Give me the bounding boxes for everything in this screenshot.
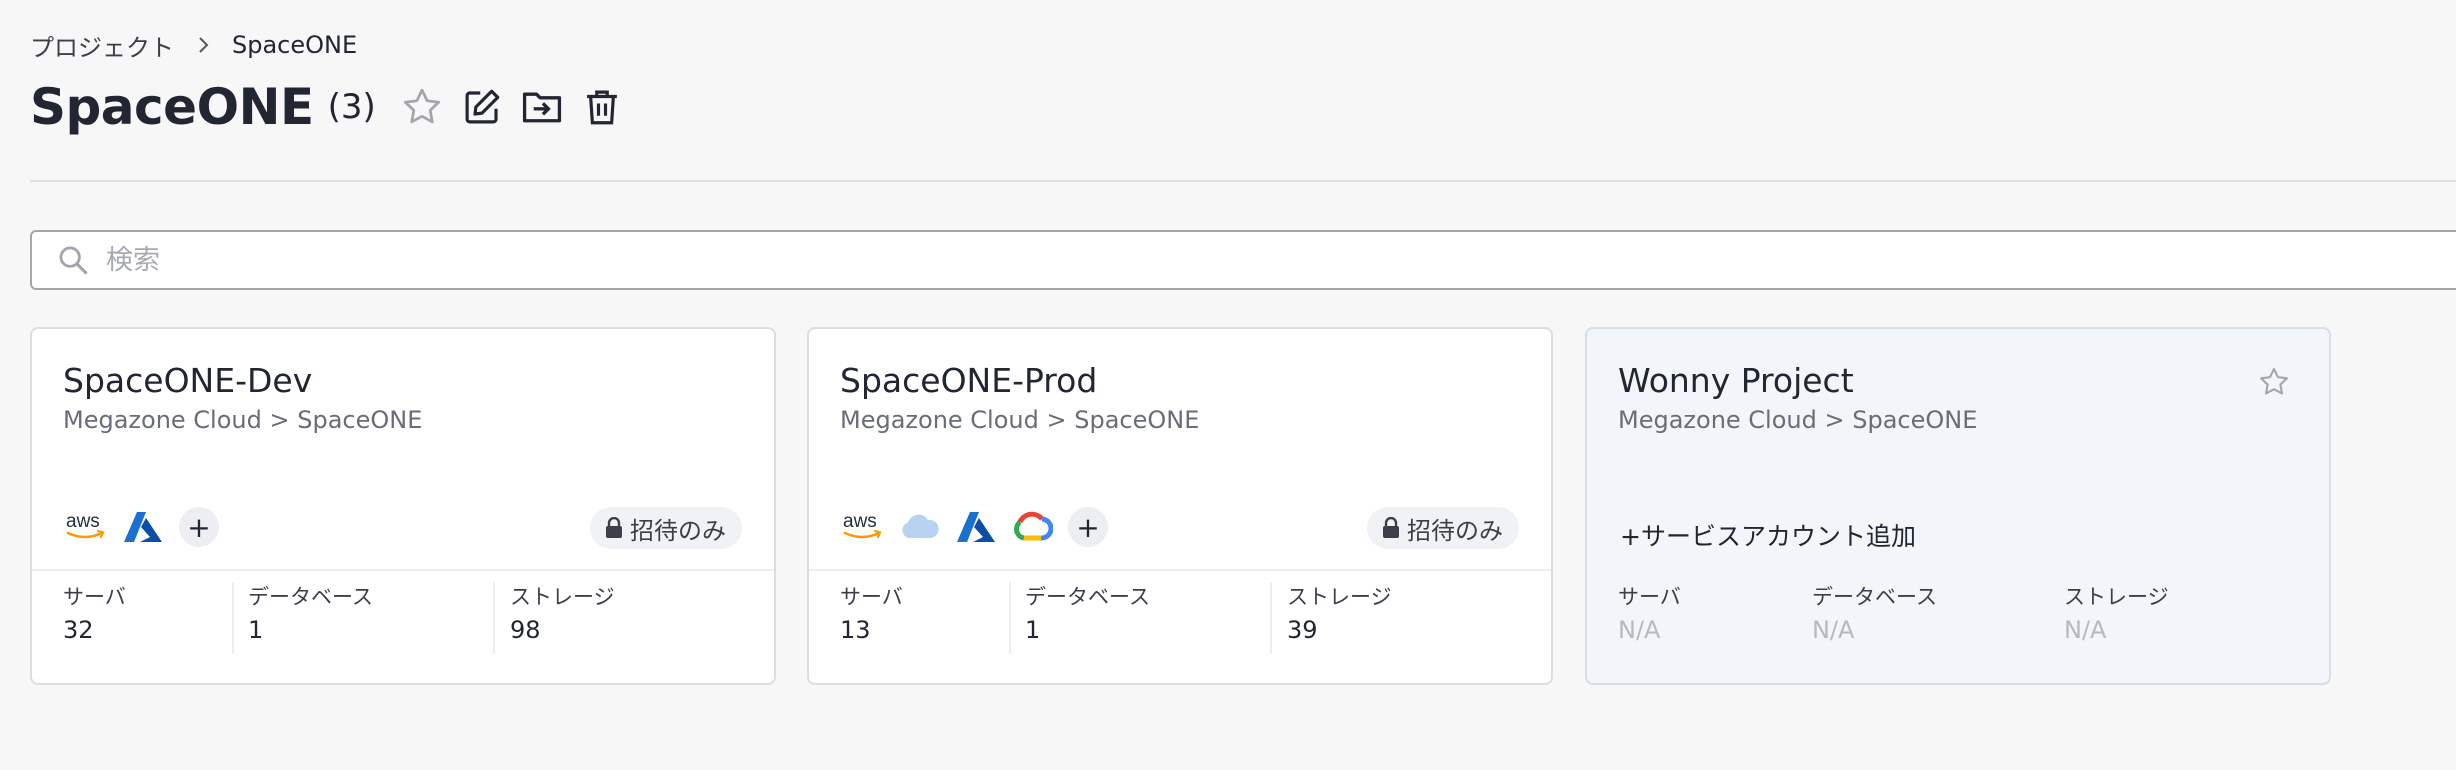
invite-only-badge: 招待のみ	[590, 507, 742, 549]
database-stat: データベース 1	[232, 582, 373, 654]
storage-label: ストレージ	[1287, 585, 1392, 609]
search-input[interactable]	[104, 243, 2108, 277]
badge-label: 招待のみ	[1407, 516, 1503, 545]
storage-value[interactable]: 98	[510, 612, 615, 648]
project-card[interactable]: SpaceONE-Dev Megazone Cloud > SpaceONE a…	[30, 327, 776, 685]
move-button[interactable]	[512, 77, 572, 137]
storage-stat: ストレージ N/A	[2064, 582, 2169, 654]
card-header: SpaceONE-Prod Megazone Cloud > SpaceONE	[840, 359, 1521, 437]
delete-button[interactable]	[572, 77, 632, 137]
storage-label: ストレージ	[510, 585, 615, 609]
database-stat: データベース 1	[1009, 582, 1150, 654]
add-provider-button[interactable]: +	[1068, 507, 1108, 547]
breadcrumb-current: SpaceONE	[232, 31, 358, 59]
lock-icon	[1383, 517, 1399, 538]
database-value[interactable]: 1	[1025, 612, 1150, 648]
project-count: (3)	[327, 87, 376, 127]
storage-label: ストレージ	[2064, 585, 2169, 609]
favorite-star-button[interactable]	[2257, 365, 2291, 403]
database-label: データベース	[1025, 585, 1150, 609]
resource-stats: サーバ 32 データベース 1 ストレージ 98	[32, 582, 774, 672]
cloud-icon	[896, 504, 944, 550]
project-name[interactable]: Wonny Project	[1618, 359, 2299, 403]
provider-list: aws +	[840, 504, 1108, 550]
server-label: サーバ	[840, 585, 903, 609]
server-stat: サーバ 32	[63, 582, 126, 654]
add-service-account-link[interactable]: +サービスアカウント追加	[1620, 517, 1916, 553]
resource-stats: サーバ N/A データベース N/A ストレージ N/A	[1587, 582, 2329, 672]
database-label: データベース	[248, 585, 373, 609]
trash-icon	[586, 90, 617, 125]
header-divider	[30, 180, 2456, 182]
azure-icon	[952, 504, 1000, 550]
provider-list: aws +	[63, 504, 219, 550]
breadcrumb-root-link[interactable]: プロジェクト	[30, 28, 174, 63]
storage-stat: ストレージ 98	[493, 582, 615, 654]
search-bar[interactable]	[30, 230, 2456, 290]
server-stat: サーバ 13	[840, 582, 903, 654]
card-header: Wonny Project Megazone Cloud > SpaceONE	[1618, 359, 2299, 437]
aws-icon: aws	[63, 504, 111, 550]
card-divider	[809, 569, 1551, 571]
title-row: SpaceONE (3)	[30, 76, 632, 138]
server-value[interactable]: 32	[63, 612, 126, 648]
svg-text:aws: aws	[843, 511, 877, 532]
project-page: プロジェクト SpaceONE SpaceONE (3) 検索 SpaceONE…	[0, 0, 2456, 770]
breadcrumb: プロジェクト SpaceONE	[30, 28, 357, 62]
star-icon	[403, 88, 440, 124]
azure-icon	[119, 504, 167, 550]
database-value: N/A	[1812, 616, 1855, 644]
server-value[interactable]: 13	[840, 612, 903, 648]
project-card[interactable]: Wonny Project Megazone Cloud > SpaceONE …	[1585, 327, 2331, 685]
storage-value[interactable]: 39	[1287, 612, 1392, 648]
server-stat: サーバ N/A	[1618, 582, 1681, 654]
invite-only-badge: 招待のみ	[1367, 507, 1519, 549]
database-label: データベース	[1812, 585, 1937, 609]
lock-icon	[606, 517, 622, 538]
add-provider-button[interactable]: +	[179, 507, 219, 547]
folder-move-icon	[522, 92, 561, 123]
project-card[interactable]: SpaceONE-Prod Megazone Cloud > SpaceONE …	[807, 327, 1553, 685]
project-path: Megazone Cloud > SpaceONE	[1618, 406, 1978, 434]
edit-icon	[465, 89, 500, 124]
database-value[interactable]: 1	[248, 612, 373, 648]
server-value: N/A	[1618, 616, 1661, 644]
database-stat: データベース N/A	[1812, 582, 1937, 654]
search-icon	[59, 246, 88, 275]
star-icon	[2260, 367, 2288, 395]
title-actions	[392, 77, 632, 137]
page-title: SpaceONE	[30, 78, 314, 136]
card-divider	[32, 569, 774, 571]
favorite-button[interactable]	[392, 77, 452, 137]
server-label: サーバ	[63, 585, 126, 609]
edit-button[interactable]	[452, 77, 512, 137]
resource-stats: サーバ 13 データベース 1 ストレージ 39	[809, 582, 1551, 672]
aws-icon: aws	[840, 504, 888, 550]
storage-value: N/A	[2064, 616, 2107, 644]
google-cloud-icon	[1008, 504, 1056, 550]
project-name[interactable]: SpaceONE-Dev	[63, 359, 744, 403]
svg-text:aws: aws	[66, 511, 100, 532]
project-name[interactable]: SpaceONE-Prod	[840, 359, 1521, 403]
chevron-right-icon	[198, 36, 210, 54]
card-header: SpaceONE-Dev Megazone Cloud > SpaceONE	[63, 359, 744, 437]
project-path: Megazone Cloud > SpaceONE	[63, 406, 423, 434]
project-path: Megazone Cloud > SpaceONE	[840, 406, 1200, 434]
storage-stat: ストレージ 39	[1270, 582, 1392, 654]
badge-label: 招待のみ	[630, 516, 726, 545]
server-label: サーバ	[1618, 585, 1681, 609]
